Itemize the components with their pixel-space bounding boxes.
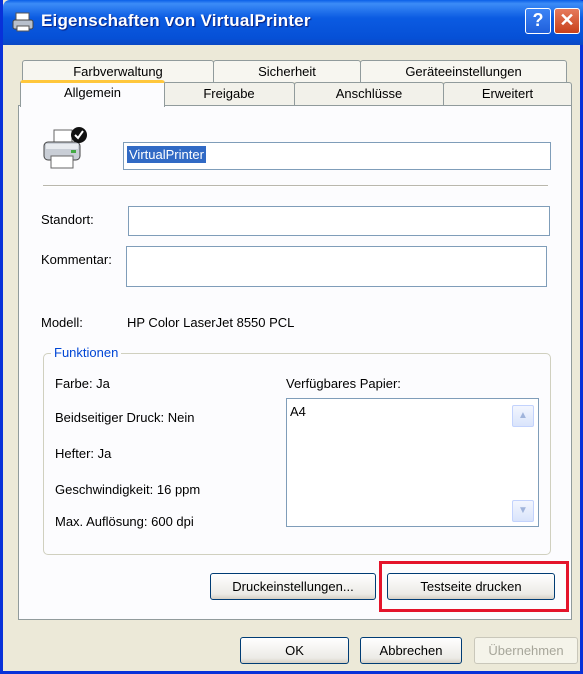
- tab-advanced[interactable]: Erweitert: [443, 82, 572, 105]
- tab-color-management[interactable]: Farbverwaltung: [22, 60, 214, 82]
- feature-staple: Hefter: Ja: [55, 446, 112, 461]
- ok-button[interactable]: OK: [240, 637, 349, 664]
- location-field[interactable]: [128, 206, 550, 236]
- model-value: HP Color LaserJet 8550 PCL: [127, 315, 295, 330]
- tab-general[interactable]: Allgemein: [20, 80, 165, 107]
- printer-name-value: VirtualPrinter: [127, 146, 206, 163]
- printer-icon: [12, 12, 34, 32]
- highlight-frame: [379, 561, 569, 612]
- feature-speed: Geschwindigkeit: 16 ppm: [55, 482, 201, 497]
- model-label: Modell:: [41, 315, 83, 330]
- features-title: Funktionen: [51, 345, 122, 360]
- printer-icon: [43, 127, 87, 169]
- apply-button[interactable]: Übernehmen: [474, 637, 578, 664]
- properties-window: Eigenschaften von VirtualPrinter ? ✕ Far…: [0, 0, 583, 674]
- printing-preferences-button[interactable]: Druckeinstellungen...: [210, 573, 376, 600]
- comment-label: Kommentar:: [41, 252, 112, 267]
- paper-label: Verfügbares Papier:: [286, 376, 401, 391]
- close-button[interactable]: ✕: [554, 8, 580, 34]
- tab-sharing[interactable]: Freigabe: [163, 82, 295, 105]
- comment-field[interactable]: [126, 246, 547, 287]
- help-button[interactable]: ?: [525, 8, 551, 34]
- location-label: Standort:: [41, 212, 94, 227]
- feature-resolution: Max. Auflösung: 600 dpi: [55, 514, 194, 529]
- tab-ports[interactable]: Anschlüsse: [294, 82, 444, 105]
- tab-device-settings[interactable]: Geräteeinstellungen: [360, 60, 567, 82]
- scroll-up-button[interactable]: ▲: [512, 405, 534, 427]
- feature-duplex: Beidseitiger Druck: Nein: [55, 410, 195, 425]
- title-bar: Eigenschaften von VirtualPrinter ? ✕: [3, 0, 583, 45]
- paper-item[interactable]: A4: [290, 404, 306, 419]
- window-title: Eigenschaften von VirtualPrinter: [41, 11, 311, 30]
- cancel-button[interactable]: Abbrechen: [360, 637, 462, 664]
- separator: [43, 185, 548, 187]
- scroll-down-button[interactable]: ▼: [512, 500, 534, 522]
- tab-security[interactable]: Sicherheit: [213, 60, 361, 82]
- paper-listbox[interactable]: A4: [286, 398, 539, 527]
- feature-color: Farbe: Ja: [55, 376, 110, 391]
